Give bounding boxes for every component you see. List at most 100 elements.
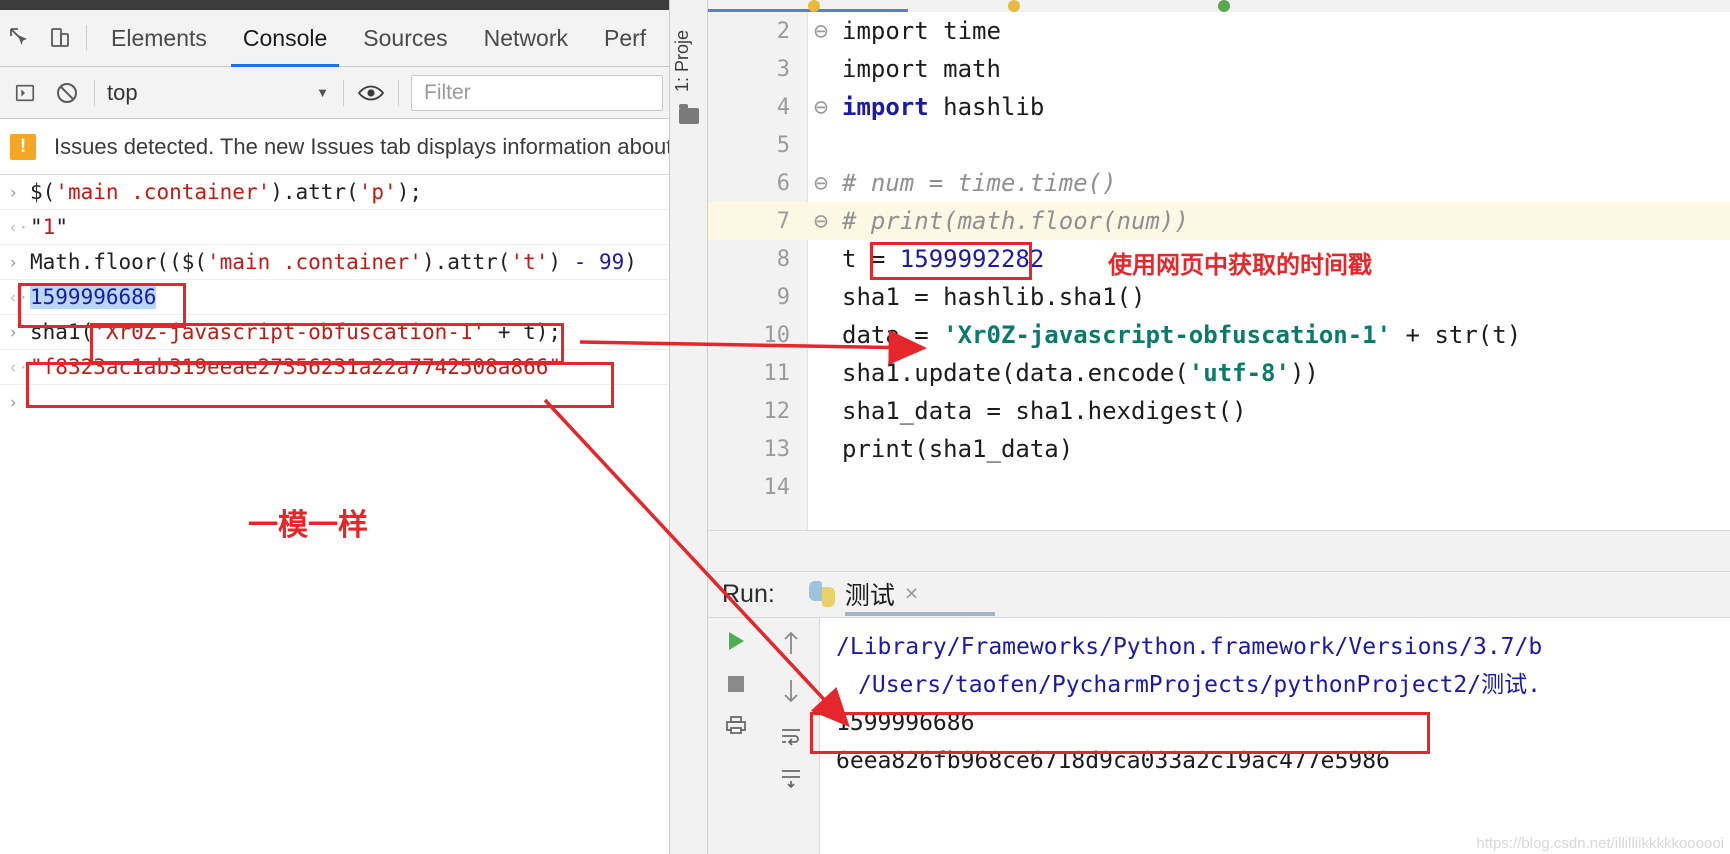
console-expression: sha1('Xr0Z-javascript-obfuscation-1' + t… (30, 320, 562, 344)
run-header: Run: 测试 × (708, 572, 1730, 618)
tab-modified-dot-icon (1218, 0, 1230, 12)
tab-elements[interactable]: Elements (93, 10, 225, 67)
tab-network-label: Network (483, 24, 568, 51)
filter-input[interactable]: Filter (411, 74, 663, 111)
code-text: # print(math.floor(num)) (842, 207, 1189, 235)
clear-console-icon[interactable] (46, 67, 88, 119)
console-output-area: › $('main .container').attr('p'); ‹· "1"… (0, 175, 669, 418)
run-toolbar-col-right (764, 618, 820, 854)
line-number: 2 (776, 18, 790, 44)
input-prompt-icon: › (8, 393, 19, 413)
output-line-timestamp: 1599996686 (836, 710, 975, 736)
project-folder-icon[interactable] (679, 104, 699, 124)
run-tool-window: Run: 测试 × /Library/Frameworks/Python.fra… (708, 572, 1730, 854)
console-input-row[interactable]: › sha1('Xr0Z-javascript-obfuscation-1' +… (0, 315, 669, 350)
code-text: # num = time.time() (842, 169, 1117, 197)
code-text: print(sha1_data) (842, 435, 1074, 463)
console-output-row: ‹· "1" (0, 210, 669, 245)
console-input-row[interactable]: › Math.floor(($('main .container').attr(… (0, 245, 669, 280)
line-number: 6 (776, 170, 790, 196)
scroll-up-arrow-icon[interactable] (781, 630, 801, 656)
input-prompt-icon: › (8, 323, 19, 343)
code-line: 6 ⊖ # num = time.time() (708, 164, 1730, 202)
print-icon[interactable] (725, 716, 747, 734)
filterbar-divider-1 (94, 79, 95, 106)
annotation-same-text: 一模一样 (248, 508, 368, 543)
code-line: 5 (708, 126, 1730, 164)
run-tab-underline (844, 611, 995, 616)
stop-square-icon[interactable] (726, 674, 746, 694)
line-number: 3 (776, 56, 790, 82)
tab-sources-label: Sources (363, 24, 448, 51)
fold-marker-icon[interactable]: ⊖ (808, 93, 834, 121)
warning-icon: ! (10, 133, 36, 160)
browser-titlebar-strip (0, 0, 669, 10)
timestamp-value: 1599992282 (899, 245, 1045, 273)
tab-console[interactable]: Console (225, 10, 345, 67)
issues-banner[interactable]: ! Issues detected. The new Issues tab di… (0, 119, 669, 175)
line-number: 10 (763, 322, 791, 348)
scroll-to-end-icon[interactable] (780, 768, 802, 788)
line-number: 13 (763, 436, 791, 462)
output-line-hash: 6eea826fb968ce6718d9ca033a2c19ac477e5986 (836, 748, 1390, 774)
code-text: import hashlib (842, 93, 1045, 121)
execution-context-selector[interactable]: top ▼ (107, 80, 337, 106)
code-line-update: 11 sha1.update(data.encode('utf-8')) (708, 354, 1730, 392)
console-input-row[interactable]: › $('main .container').attr('p'); (0, 175, 669, 210)
input-prompt-icon: › (8, 253, 19, 273)
fold-marker-icon[interactable]: ⊖ (808, 169, 834, 197)
tab-sources[interactable]: Sources (345, 10, 465, 67)
project-tool-window-button[interactable]: 1: Proje (672, 6, 693, 92)
code-line: 14 (708, 468, 1730, 506)
execute-sidebar-icon[interactable] (4, 67, 46, 119)
tab-network[interactable]: Network (466, 10, 586, 67)
code-editor[interactable]: 2 ⊖ import time 3 import math 4 ⊖ import… (708, 12, 1730, 530)
console-output-row: ‹· 1599996686 (0, 280, 669, 315)
console-expression: Math.floor(($('main .container').attr('t… (30, 250, 637, 274)
line-number: 7 (776, 208, 790, 234)
screenshot-root: Elements Console Sources Network Perf to… (0, 0, 1730, 854)
output-prompt-icon: ‹· (8, 218, 29, 238)
line-number: 11 (763, 360, 791, 386)
code-line: 3 import math (708, 50, 1730, 88)
live-expression-eye-icon[interactable] (350, 67, 392, 119)
devtools-tabbar: Elements Console Sources Network Perf (0, 10, 669, 67)
fold-marker-icon[interactable]: ⊖ (808, 207, 834, 235)
pycharm-window: 1: Proje 2 ⊖ import time 3 import math 4 (670, 0, 1730, 854)
run-play-icon[interactable] (725, 630, 747, 652)
output-line: /Library/Frameworks/Python.framework/Ver… (836, 634, 1543, 660)
line-number: 9 (776, 284, 790, 310)
code-text: import math (842, 55, 1001, 83)
code-line: 9 sha1 = hashlib.sha1() (708, 278, 1730, 316)
soft-wrap-icon[interactable] (780, 726, 802, 746)
code-text: sha1.update(data.encode('utf-8')) (842, 359, 1319, 387)
console-result: "1" (30, 215, 68, 239)
line-number: 8 (776, 246, 790, 272)
tab-performance[interactable]: Perf (586, 10, 664, 67)
device-toolbar-icon[interactable] (40, 10, 80, 67)
line-number: 5 (776, 132, 790, 158)
chevron-down-icon: ▼ (316, 85, 329, 100)
scroll-down-arrow-icon[interactable] (781, 678, 801, 704)
code-text: import time (842, 17, 1001, 45)
run-tab-name: 测试 (844, 581, 895, 610)
output-prompt-icon: ‹· (8, 288, 29, 308)
pycharm-left-rail: 1: Proje (670, 0, 708, 854)
run-console-output[interactable]: /Library/Frameworks/Python.framework/Ver… (820, 618, 1730, 854)
console-expression: $('main .container').attr('p'); (30, 180, 422, 204)
filter-placeholder: Filter (424, 80, 471, 104)
output-prompt-icon: ‹· (8, 358, 29, 378)
inspect-element-icon[interactable] (0, 10, 40, 67)
console-prompt-row[interactable]: › (0, 385, 669, 418)
code-line: 2 ⊖ import time (708, 12, 1730, 50)
code-line-data: 10 data = 'Xr0Z-javascript-obfuscation-1… (708, 316, 1730, 354)
filterbar-divider-2 (343, 79, 344, 106)
close-icon[interactable]: × (905, 580, 918, 607)
code-line: 7 ⊖ # print(math.floor(num)) (708, 202, 1730, 240)
tab-modified-dot-icon (808, 0, 820, 12)
tab-console-label: Console (242, 24, 328, 51)
run-configuration-tab[interactable]: 测试 × (808, 576, 995, 616)
fold-marker-icon[interactable]: ⊖ (808, 17, 834, 45)
issues-banner-text: Issues detected. The new Issues tab disp… (54, 133, 669, 159)
filterbar-divider-3 (398, 79, 399, 106)
